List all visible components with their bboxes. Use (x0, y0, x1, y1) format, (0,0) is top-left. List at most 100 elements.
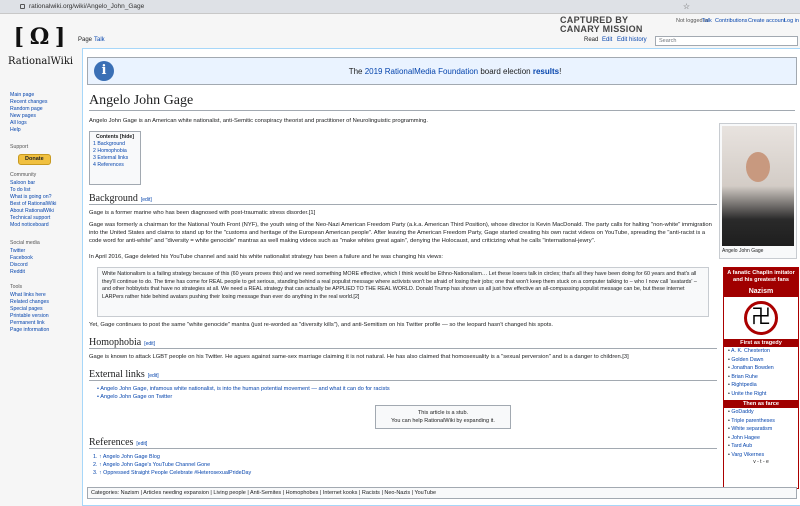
nav-facebook[interactable]: Facebook (10, 255, 40, 262)
logo-name: RationalWiki (8, 56, 74, 67)
edit-link[interactable]: [edit] (148, 373, 159, 379)
stub-line1: This article is a stub. (417, 410, 469, 416)
site-logo[interactable]: [ Ω ] RationalWiki (8, 24, 74, 84)
navbox-item[interactable]: Tard Aub (724, 442, 798, 451)
nav-tools: Tools What links here Related changes Sp… (10, 284, 49, 334)
navbox-farce-heading: Then as farce (724, 400, 798, 408)
banner-link[interactable]: 2019 RationalMedia Foundation (365, 67, 478, 76)
section-external-links: External links [edit] (89, 369, 717, 381)
nav-support-heading: Support (10, 144, 29, 150)
navbox-title[interactable]: Nazism (724, 286, 798, 297)
navbox-item[interactable]: Varg Vikernes (724, 451, 798, 460)
navbox-vte[interactable]: v - t - e (724, 459, 798, 465)
reference-item[interactable]: 3. ↑ Oppressed Straight People Celebrate… (93, 469, 251, 477)
external-link[interactable]: Angelo John Gage on Twitter (97, 393, 390, 401)
nav-printable[interactable]: Printable version (10, 313, 49, 320)
nav-tech-support[interactable]: Technical support (10, 215, 56, 222)
sidebar: [ Ω ] RationalWiki Main page Recent chan… (0, 14, 82, 506)
toc-item[interactable]: 1 Background (93, 141, 137, 148)
nav-page-info[interactable]: Page information (10, 327, 49, 334)
bg-paragraph-4: Yet, Gage continues to post the same "wh… (89, 322, 553, 328)
toc-item[interactable]: 2 Homophobia (93, 148, 137, 155)
toc-item[interactable]: 3 External links (93, 155, 137, 162)
nav-all-logs[interactable]: All logs (10, 120, 48, 127)
lock-icon (20, 4, 25, 9)
toc-title[interactable]: Contents [hide] (93, 134, 137, 141)
nazism-navbox: A fanatic Chaplin imitator and his great… (723, 267, 799, 489)
reference-item[interactable]: 2. ↑ Angelo John Gage's YouTube Channel … (93, 461, 251, 469)
section-background: Background [edit] (89, 193, 717, 205)
nav-special-pages[interactable]: Special pages (10, 306, 49, 313)
toc-item[interactable]: 4 References (93, 162, 137, 169)
nav-recent-changes[interactable]: Recent changes (10, 99, 48, 106)
portrait-face (746, 152, 770, 182)
external-link[interactable]: Angelo John Gage, infamous white nationa… (97, 385, 389, 393)
edit-link[interactable]: [edit] (136, 441, 147, 447)
nav-permanent-link[interactable]: Permanent link (10, 320, 49, 327)
search-input[interactable]: Search (655, 36, 798, 46)
navbox-item[interactable]: John Hagee (724, 434, 798, 443)
navbox-item[interactable]: White separatism (724, 425, 798, 434)
category-bar[interactable]: Categories: Nazism | Articles needing ex… (87, 487, 797, 499)
tab-talk[interactable]: Talk (94, 37, 105, 43)
nav-reddit[interactable]: Reddit (10, 269, 40, 276)
navbox-header: A fanatic Chaplin imitator and his great… (724, 268, 798, 286)
donate-button[interactable]: Donate (18, 154, 51, 165)
portrait-thumbnail[interactable]: Angelo John Gage (719, 123, 797, 259)
tab-read[interactable]: Read (584, 37, 598, 43)
banner-pre: The (348, 67, 365, 76)
navbox-tragedy-heading: First as tragedy (724, 339, 798, 347)
navbox-item[interactable]: Rightpedia (724, 381, 798, 390)
navbox-item[interactable]: Brian Ruhe (724, 373, 798, 382)
edit-link[interactable]: [edit] (141, 197, 152, 203)
nav-support: Support Donate (10, 144, 51, 166)
nav-discord[interactable]: Discord (10, 262, 40, 269)
nav-mod-noticeboard[interactable]: Mod noticeboard (10, 222, 56, 229)
section-references: References [edit] (89, 437, 717, 449)
browser-address-bar[interactable]: rationalwiki.org/wiki/Angelo_John_Gage ☆ (0, 0, 800, 14)
navbox-item[interactable]: GoDaddy (724, 408, 798, 417)
nav-social: Social media Twitter Facebook Discord Re… (10, 240, 40, 276)
logo-mark: [ Ω ] (13, 24, 66, 50)
nav-related-changes[interactable]: Related changes (10, 299, 49, 306)
navbox-item[interactable]: A. K. Chesterton (724, 347, 798, 356)
nav-random-page[interactable]: Random page (10, 106, 48, 113)
reference-item[interactable]: 1. ↑ Angelo John Gage Blog (93, 453, 251, 461)
nav-main-page[interactable]: Main page (10, 92, 48, 99)
nav-help[interactable]: Help (10, 127, 48, 134)
tab-history[interactable]: Edit history (617, 37, 647, 43)
nav-about[interactable]: About RationalWiki (10, 208, 56, 215)
personal-contributions[interactable]: Contributions (715, 18, 747, 24)
nav-best-of[interactable]: Best of RationalWiki (10, 201, 56, 208)
homophobia-paragraph: Gage is known to attack LGBT people on h… (89, 354, 629, 360)
create-account[interactable]: Create account (748, 18, 785, 24)
bg-paragraph-3: In April 2016, Gage deleted his YouTube … (89, 254, 443, 260)
nav-tools-heading: Tools (10, 284, 23, 290)
nav-new-pages[interactable]: New pages (10, 113, 48, 120)
nav-whats-going-on[interactable]: What is going on? (10, 194, 56, 201)
url-text[interactable]: rationalwiki.org/wiki/Angelo_John_Gage (29, 3, 144, 10)
bookmark-star-icon[interactable]: ☆ (683, 2, 690, 11)
info-icon: i (94, 61, 114, 81)
nav-saloon-bar[interactable]: Saloon bar (10, 180, 56, 187)
table-of-contents: Contents [hide] 1 Background 2 Homophobi… (89, 131, 141, 185)
bg-paragraph-1: Gage is a former marine who has been dia… (89, 210, 316, 216)
edit-link[interactable]: [edit] (144, 341, 155, 347)
navbox-item[interactable]: Jonathan Bowden (724, 364, 798, 373)
external-links-list: Angelo John Gage, infamous white nationa… (97, 385, 390, 401)
navbox-item[interactable]: Golden Dawn (724, 356, 798, 365)
page-title: Angelo John Gage (89, 93, 795, 111)
navbox-item[interactable]: Unite the Right (724, 390, 798, 399)
navbox-item[interactable]: Triple parentheses (724, 417, 798, 426)
tab-edit[interactable]: Edit (602, 37, 612, 43)
tab-page[interactable]: Page (78, 37, 92, 43)
nav-what-links-here[interactable]: What links here (10, 292, 49, 299)
nav-todo[interactable]: To do list (10, 187, 56, 194)
image-caption: Angelo John Gage (722, 248, 764, 254)
banner-results-link[interactable]: results (533, 67, 559, 76)
log-in[interactable]: Log in (784, 18, 799, 24)
heading-background: Background (89, 193, 138, 204)
nav-twitter[interactable]: Twitter (10, 248, 40, 255)
personal-talk[interactable]: Talk (702, 18, 712, 24)
intro-paragraph: Angelo John Gage is an American white na… (89, 118, 428, 124)
